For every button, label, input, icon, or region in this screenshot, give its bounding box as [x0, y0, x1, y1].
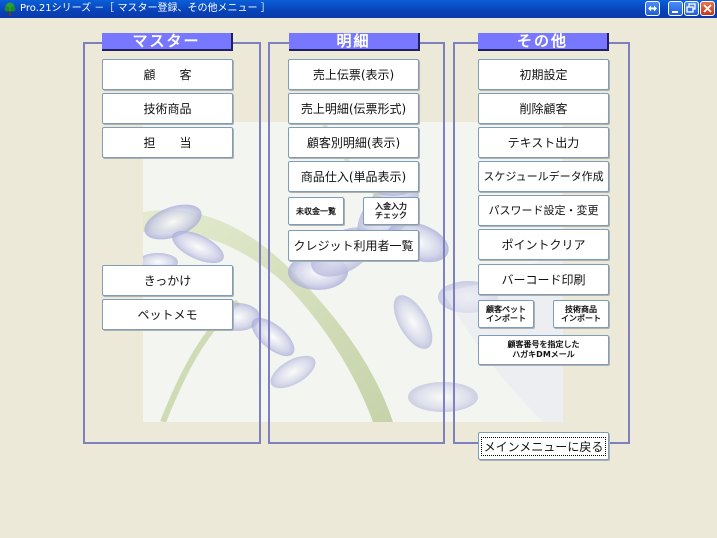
- schedule-data-button[interactable]: スケジュールデータ作成: [478, 161, 609, 192]
- back-to-main-menu-label: メインメニューに戻る: [480, 436, 607, 456]
- staff-button[interactable]: 担 当: [102, 127, 233, 158]
- payment-check-button[interactable]: 入金入力 チェック: [363, 197, 419, 225]
- credit-users-button[interactable]: クレジット利用者一覧: [288, 230, 419, 261]
- customer-pet-import-button[interactable]: 顧客ペット インポート: [478, 300, 534, 328]
- postcard-dm-button[interactable]: 顧客番号を指定した ハガキDMメール: [478, 335, 609, 365]
- maximize-icon: [686, 3, 696, 13]
- technical-products-button[interactable]: 技術商品: [102, 93, 233, 124]
- pet-memo-button[interactable]: ペットメモ: [102, 299, 233, 330]
- detail-panel-header: 明細: [289, 33, 420, 51]
- trigger-button[interactable]: きっかけ: [102, 265, 233, 296]
- restore-arrows-button[interactable]: [645, 1, 660, 16]
- deleted-customers-button[interactable]: 削除顧客: [478, 93, 609, 124]
- other-panel-header: その他: [478, 33, 609, 51]
- tree-app-icon: [4, 2, 16, 16]
- technical-products-import-button[interactable]: 技術商品 インポート: [553, 300, 609, 328]
- title-bar: Pro.21シリーズ －［ マスター登録、その他メニュー ］: [0, 0, 717, 18]
- close-icon: [703, 4, 712, 13]
- master-panel-header: マスター: [102, 33, 233, 51]
- text-output-button[interactable]: テキスト出力: [478, 127, 609, 158]
- point-clear-button[interactable]: ポイントクリア: [478, 229, 609, 260]
- window-title: Pro.21シリーズ －［ マスター登録、その他メニュー ］: [20, 3, 271, 14]
- password-settings-button[interactable]: パスワード設定・変更: [478, 195, 609, 226]
- initial-settings-button[interactable]: 初期設定: [478, 59, 609, 90]
- double-arrow-icon: [648, 5, 657, 12]
- close-button[interactable]: [700, 1, 715, 16]
- minimize-button[interactable]: [668, 1, 683, 16]
- barcode-print-button[interactable]: バーコード印刷: [478, 264, 609, 295]
- minimize-icon: [672, 11, 678, 13]
- sales-detail-button[interactable]: 売上明細(伝票形式): [288, 93, 419, 124]
- sales-slip-button[interactable]: 売上伝票(表示): [288, 59, 419, 90]
- product-purchase-button[interactable]: 商品仕入(単品表示): [288, 161, 419, 192]
- unpaid-list-button[interactable]: 未収金一覧: [288, 197, 344, 225]
- customer-button[interactable]: 顧 客: [102, 59, 233, 90]
- customer-detail-button[interactable]: 顧客別明細(表示): [288, 127, 419, 158]
- back-to-main-menu-button[interactable]: メインメニューに戻る: [478, 432, 609, 460]
- maximize-button[interactable]: [684, 1, 699, 16]
